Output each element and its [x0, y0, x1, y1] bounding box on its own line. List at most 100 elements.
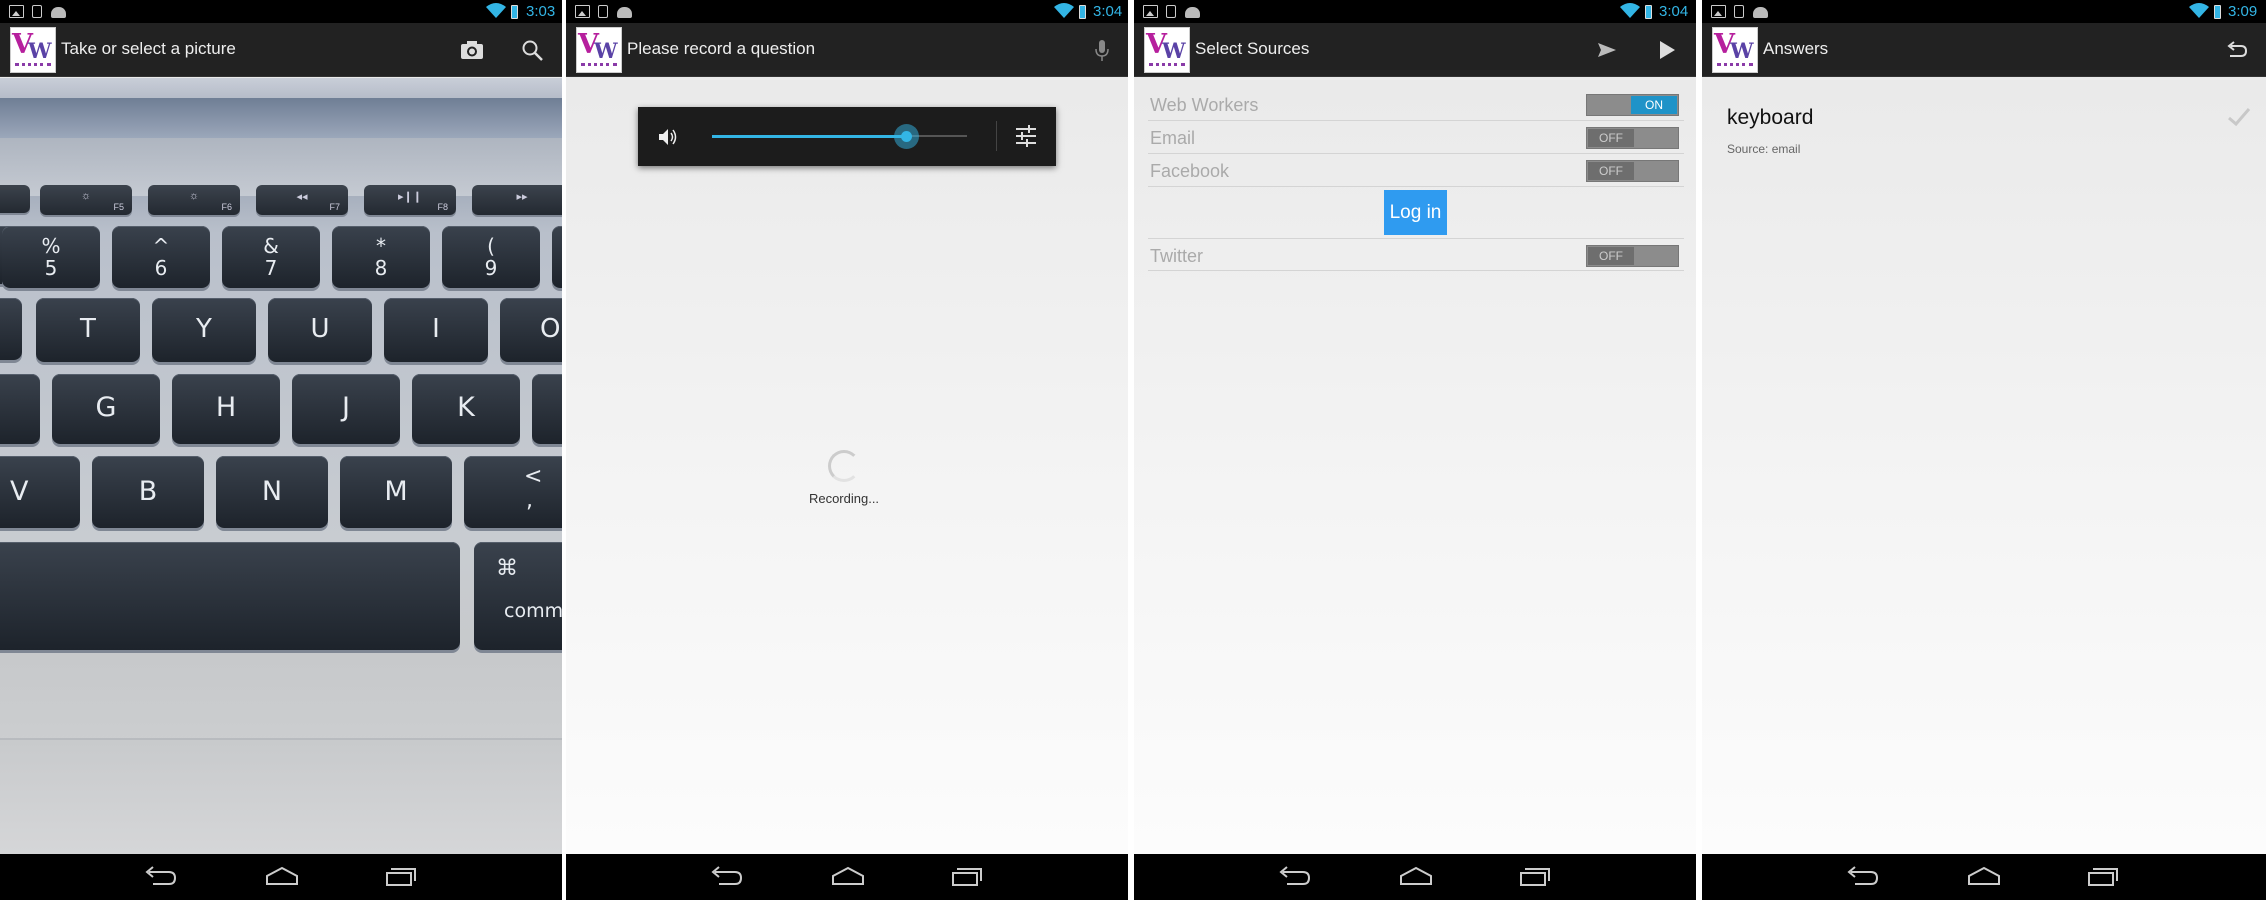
action-bar: VW Please record a question	[566, 23, 1128, 77]
phone-notification-icon	[598, 5, 608, 18]
function-key: ☼ F5	[40, 185, 132, 215]
keyboard-key: I	[384, 298, 488, 362]
image-notification-icon	[575, 5, 590, 18]
source-label: Facebook	[1150, 161, 1230, 181]
back-icon[interactable]	[1273, 864, 1315, 890]
source-row-email: Email OFF	[1148, 121, 1684, 154]
keyboard-key: G	[52, 374, 160, 444]
function-key: ▸❙❙ F8	[364, 185, 456, 215]
wifi-icon	[1620, 3, 1640, 18]
toggle-facebook[interactable]: OFF	[1586, 160, 1679, 182]
volume-level	[712, 135, 906, 138]
source-label: Web Workers	[1150, 95, 1259, 115]
navigation-bar	[566, 854, 1128, 900]
android-notification-icon	[617, 7, 632, 18]
keyboard-key: J	[292, 374, 400, 444]
phone-notification-icon	[1166, 5, 1176, 18]
keyboard-key: * 8	[332, 226, 430, 288]
screen-record-question: 3:04 VW Please record a question Recordi…	[566, 0, 1128, 900]
camera-icon[interactable]	[458, 36, 486, 64]
keyboard-key: M	[340, 456, 452, 528]
status-bar: 3:03	[0, 0, 562, 23]
source-row-facebook: Facebook OFF	[1148, 154, 1684, 187]
function-key: ◂◂ F7	[256, 185, 348, 215]
keyboard-key: N	[216, 456, 328, 528]
keyboard-key: Y	[152, 298, 256, 362]
android-notification-icon	[1753, 7, 1768, 18]
keyboard-key	[0, 298, 22, 360]
phone-notification-icon	[32, 5, 42, 18]
navigation-bar	[1134, 854, 1696, 900]
action-bar: VW Take or select a picture	[0, 23, 562, 77]
keyboard-photo[interactable]: ☼ F5 ☼ F6 ◂◂ F7 ▸❙❙ F8 ▸▸ % 5 ^ 6 & 7 * 8 (9 T Y…	[0, 78, 562, 854]
screen-title: Take or select a picture	[61, 39, 236, 58]
app-logo[interactable]: VW	[1712, 27, 1758, 73]
microphone-icon[interactable]	[1088, 36, 1116, 64]
volume-dialog	[638, 107, 1056, 166]
answer-text[interactable]: keyboard	[1727, 106, 1813, 130]
back-icon[interactable]	[705, 864, 747, 890]
keyboard-key	[532, 374, 562, 444]
toggle-twitter[interactable]: OFF	[1586, 245, 1679, 267]
screen-select-sources: 3:04 VW Select Sources Web Workers ON Em…	[1134, 0, 1696, 900]
android-notification-icon	[1185, 7, 1200, 18]
recording-status: Recording...	[808, 491, 880, 506]
loading-spinner	[828, 450, 860, 482]
app-logo[interactable]: VW	[576, 27, 622, 73]
laptop-hinge	[0, 98, 562, 138]
home-icon[interactable]	[1963, 864, 2005, 890]
keyboard-key: O	[500, 298, 562, 362]
home-icon[interactable]	[261, 864, 303, 890]
status-time: 3:04	[1093, 3, 1123, 20]
recent-apps-icon[interactable]	[947, 864, 989, 890]
recent-apps-icon[interactable]	[2083, 864, 2125, 890]
toggle-email[interactable]: OFF	[1586, 127, 1679, 149]
screen-title: Please record a question	[627, 39, 816, 58]
navigation-bar	[0, 854, 562, 900]
android-notification-icon	[51, 7, 66, 18]
space-bar	[0, 542, 460, 650]
wifi-icon	[1054, 3, 1074, 18]
keyboard-key: ⌘ comm	[474, 542, 562, 650]
app-logo[interactable]: VW	[1144, 27, 1190, 73]
source-label: Email	[1150, 128, 1196, 148]
search-icon[interactable]	[518, 36, 546, 64]
image-notification-icon	[9, 5, 24, 18]
image-notification-icon	[1143, 5, 1158, 18]
undo-icon[interactable]	[2222, 36, 2250, 64]
home-icon[interactable]	[1395, 864, 1437, 890]
keyboard-key: K	[412, 374, 520, 444]
toggle-web-workers[interactable]: ON	[1586, 94, 1679, 116]
function-key: ▸▸	[472, 185, 562, 215]
status-time: 3:09	[2228, 3, 2258, 20]
back-icon[interactable]	[1841, 864, 1883, 890]
source-row-web-workers: Web Workers ON	[1148, 88, 1684, 121]
keyboard-key	[0, 374, 40, 444]
login-button[interactable]: Log in	[1384, 190, 1447, 235]
app-logo[interactable]: VW	[10, 27, 56, 73]
battery-icon	[1079, 5, 1086, 19]
send-icon[interactable]	[1593, 36, 1621, 64]
play-icon[interactable]	[1652, 36, 1680, 64]
speaker-icon[interactable]	[656, 125, 680, 149]
wifi-icon	[486, 3, 506, 18]
status-time: 3:04	[1659, 3, 1689, 20]
battery-icon	[1645, 5, 1652, 19]
keyboard-key: U	[268, 298, 372, 362]
status-bar: 3:04	[1134, 0, 1696, 23]
screen-answers: 3:09 VW Answers keyboard Source: email	[1702, 0, 2266, 900]
screen-title: Select Sources	[1195, 39, 1310, 58]
recent-apps-icon[interactable]	[381, 864, 423, 890]
checkmark-icon[interactable]	[2226, 106, 2252, 128]
battery-icon	[2214, 5, 2221, 19]
volume-slider-thumb[interactable]	[894, 124, 919, 149]
screen-take-picture: 3:03 VW Take or select a picture ☼ F5 ☼ F6…	[0, 0, 562, 900]
recent-apps-icon[interactable]	[1515, 864, 1557, 890]
keyboard-key: B	[92, 456, 204, 528]
back-icon[interactable]	[139, 864, 181, 890]
status-bar: 3:04	[566, 0, 1128, 23]
settings-sliders-icon[interactable]	[1013, 123, 1039, 149]
action-bar: VW Select Sources	[1134, 23, 1696, 77]
home-icon[interactable]	[827, 864, 869, 890]
image-notification-icon	[1711, 5, 1726, 18]
